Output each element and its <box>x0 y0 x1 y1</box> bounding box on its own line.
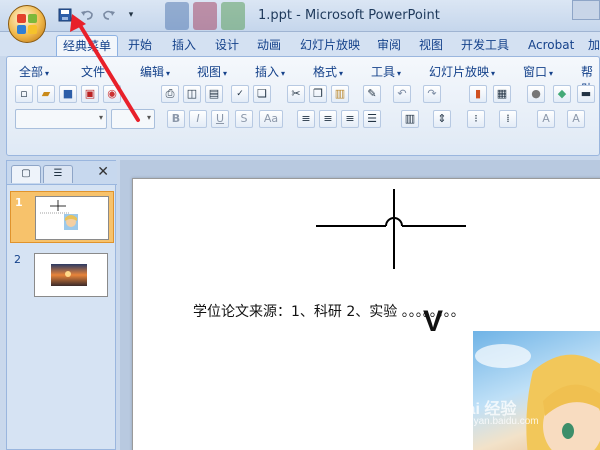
redo-icon[interactable]: ↷ <box>423 85 441 103</box>
menu-tools-label: 工具 <box>371 65 396 79</box>
menu-insert-label: 插入 <box>255 65 280 79</box>
copy-icon[interactable]: ❐ <box>309 85 327 103</box>
menu-insert[interactable]: 插入 ▾ <box>255 63 285 80</box>
tab-acrobat[interactable]: Acrobat <box>522 35 580 56</box>
slide-thumbnail-1[interactable]: 1 <box>10 191 114 243</box>
cut-icon[interactable]: ✂ <box>287 85 305 103</box>
tab-review[interactable]: 审阅 <box>371 35 407 56</box>
spelling-icon[interactable]: ✓ <box>231 85 249 103</box>
menu-window-label: 窗口 <box>523 65 548 79</box>
slide-thumbnail-2[interactable]: 2 <box>10 249 114 301</box>
undo-icon[interactable]: ↶ <box>393 85 411 103</box>
numbering-icon[interactable]: ⁞ <box>499 110 517 128</box>
save-icon[interactable]: ■ <box>59 85 77 103</box>
chart-icon[interactable]: ▮ <box>469 85 487 103</box>
v-symbol[interactable]: V <box>423 305 443 339</box>
font-size-combo[interactable]: ▾ <box>111 109 155 129</box>
pane-tabs: ▢ ☰ ✕ <box>7 161 117 185</box>
anime-character-image[interactable] <box>473 331 600 450</box>
menu-slideshow-label: 幻灯片放映 <box>429 65 490 79</box>
slide-number: 1 <box>15 196 23 209</box>
ribbon: 全部 ▾ 文件 ▾ 编辑 ▾ 视图 ▾ 插入 ▾ 格式 ▾ 工具 ▾ 幻灯片放映 ▾ 窗口 ▾ 帮… <box>6 56 600 156</box>
tab-animation[interactable]: 动画 <box>251 35 287 56</box>
slide-canvas[interactable]: 学位论文来源：1、科研 2、实验 。。。。。。。。 V <box>132 178 600 450</box>
taskbar-thumbnails <box>165 2 245 30</box>
menu-file[interactable]: 文件 ▾ <box>81 63 111 80</box>
crossover-symbol[interactable] <box>133 179 600 289</box>
office-button[interactable] <box>8 5 46 43</box>
menu-all-label: 全部 <box>19 65 44 79</box>
menu-format[interactable]: 格式 ▾ <box>313 63 343 80</box>
research-icon[interactable]: ❏ <box>253 85 271 103</box>
menu-slideshow[interactable]: 幻灯片放映 ▾ <box>429 63 495 80</box>
window-title: 1.ppt - Microsoft PowerPoint <box>258 8 440 23</box>
permission-icon[interactable]: ▣ <box>81 85 99 103</box>
slides-pane: ▢ ☰ ✕ 1 2 <box>6 160 117 450</box>
slides-tab[interactable]: ▢ <box>11 165 41 183</box>
align-right-icon[interactable]: ≡ <box>341 110 359 128</box>
tab-developer[interactable]: 开发工具 <box>455 35 515 56</box>
view-icon[interactable]: ▤ <box>205 85 223 103</box>
tab-design[interactable]: 设计 <box>209 35 245 56</box>
color-palette-icon[interactable]: ◆ <box>553 85 571 103</box>
new-document-icon[interactable]: ▫ <box>15 85 33 103</box>
watermark-url: jingyan.baidu.com <box>458 416 539 427</box>
increase-font-icon[interactable]: A <box>567 110 585 128</box>
menu-view-label: 视图 <box>197 65 222 79</box>
minimize-button[interactable] <box>572 0 600 20</box>
tab-view[interactable]: 视图 <box>413 35 449 56</box>
ribbon-tabs: 经典菜单 开始 插入 设计 动画 幻灯片放映 审阅 视图 开发工具 Acroba… <box>0 32 600 56</box>
slide-preview <box>34 253 108 297</box>
customize-qat-icon[interactable]: ▾ <box>122 6 140 24</box>
tab-slideshow[interactable]: 幻灯片放映 <box>294 35 366 56</box>
table-icon[interactable]: ▦ <box>493 85 511 103</box>
close-pane-icon[interactable]: ✕ <box>97 164 109 180</box>
menu-tools[interactable]: 工具 ▾ <box>371 63 401 80</box>
title-bar: ▾ 1.ppt - Microsoft PowerPoint <box>0 0 600 32</box>
menu-edit-label: 编辑 <box>140 65 165 79</box>
underline-button[interactable]: U <box>211 110 229 128</box>
bullets-icon[interactable]: ⁝ <box>467 110 485 128</box>
menu-format-label: 格式 <box>313 65 338 79</box>
columns-icon[interactable]: ▥ <box>401 110 419 128</box>
tab-classic-menu[interactable]: 经典菜单 <box>56 35 119 56</box>
print-icon[interactable]: ⎙ <box>161 85 179 103</box>
shadow-button[interactable]: S <box>235 110 253 128</box>
tab-addins[interactable]: 加 <box>582 35 600 56</box>
format-painter-icon[interactable]: ✎ <box>363 85 381 103</box>
bold-button[interactable]: B <box>167 110 185 128</box>
slide-editing-area: 学位论文来源：1、科研 2、实验 。。。。。。。。 V <box>120 160 600 450</box>
outline-tab[interactable]: ☰ <box>43 165 73 183</box>
align-left-icon[interactable]: ≡ <box>297 110 315 128</box>
classic-menu-bar: 全部 ▾ 文件 ▾ 编辑 ▾ 视图 ▾ 插入 ▾ 格式 ▾ 工具 ▾ 幻灯片放映 ▾ 窗口 ▾ 帮… <box>11 61 599 96</box>
menu-view[interactable]: 视图 ▾ <box>197 63 227 80</box>
print-preview-icon[interactable]: ◫ <box>183 85 201 103</box>
tab-insert[interactable]: 插入 <box>166 35 202 56</box>
menu-all[interactable]: 全部 ▾ <box>19 63 49 80</box>
font-color-icon[interactable]: A <box>537 110 555 128</box>
slide-number: 2 <box>14 253 21 266</box>
tab-home[interactable]: 开始 <box>122 35 158 56</box>
change-case-button[interactable]: Aa <box>259 110 283 128</box>
paste-icon[interactable]: ▥ <box>331 85 349 103</box>
align-center-icon[interactable]: ≡ <box>319 110 337 128</box>
clipart-icon[interactable]: ● <box>527 85 545 103</box>
undo-icon[interactable] <box>78 6 96 24</box>
redo-icon[interactable] <box>100 6 118 24</box>
line-spacing-icon[interactable]: ⇕ <box>433 110 451 128</box>
menu-edit[interactable]: 编辑 ▾ <box>140 63 170 80</box>
quick-access-toolbar: ▾ <box>56 6 140 24</box>
office-logo-icon <box>17 14 37 34</box>
publish-icon[interactable]: ◉ <box>103 85 121 103</box>
italic-button[interactable]: I <box>189 110 207 128</box>
fill-color-icon[interactable]: ▬ <box>577 85 595 103</box>
font-name-combo[interactable]: ▾ <box>15 109 107 129</box>
slide-preview <box>35 196 109 240</box>
justify-icon[interactable]: ☰ <box>363 110 381 128</box>
open-folder-icon[interactable]: ▰ <box>37 85 55 103</box>
save-icon[interactable] <box>56 6 74 24</box>
menu-file-label: 文件 <box>81 65 106 79</box>
menu-window[interactable]: 窗口 ▾ <box>523 63 553 80</box>
